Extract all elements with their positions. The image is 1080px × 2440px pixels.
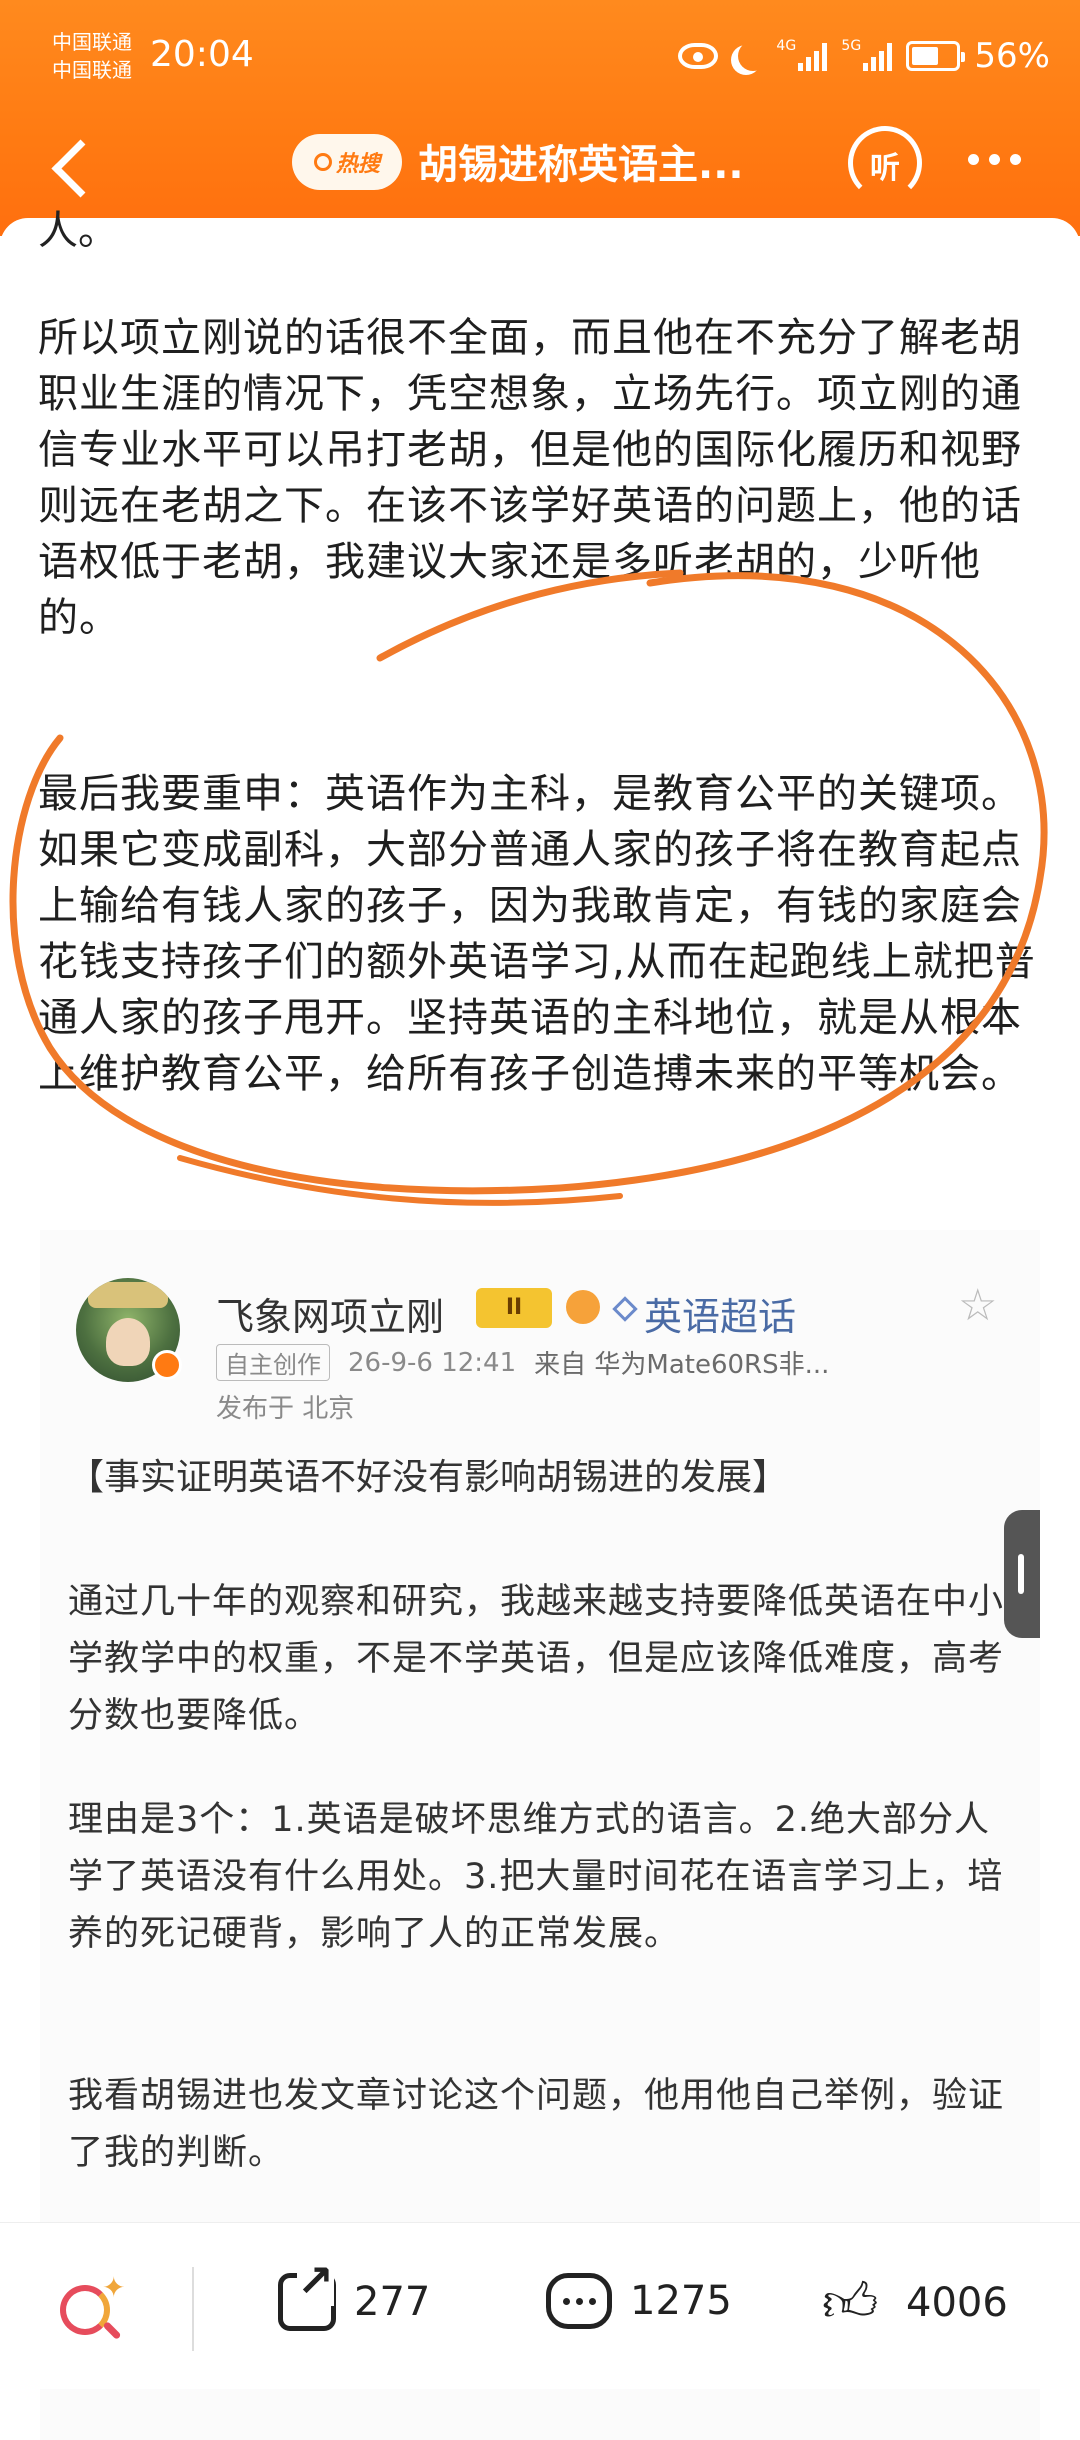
quoted-username[interactable]: 飞象网项立刚 [216, 1286, 444, 1341]
super-topic-link[interactable]: 英语超话 [644, 1286, 796, 1341]
divider [192, 2267, 194, 2351]
thumbs-up-icon: 👍︎ [822, 2271, 879, 2334]
status-icons: 4G 5G 56% [678, 36, 1050, 76]
status-bar: 中国联通 中国联通 20:04 4G 5G 56% [0, 0, 1080, 110]
member-level-label: II [505, 1295, 523, 1320]
diamond-icon [612, 1296, 638, 1322]
quoted-paragraph-3: 我看胡锡进也发文章讨论这个问题，他用他自己举例，验证了我的判断。 [68, 2076, 1005, 2173]
more-options-icon[interactable] [968, 154, 1021, 165]
headphone-icon: 听 [870, 151, 900, 186]
quoted-title: 【事实证明英语不好没有影响胡锡进的发展】 [68, 1457, 789, 1498]
share-count: 277 [354, 2279, 431, 2325]
share-icon [278, 2258, 336, 2331]
article-paragraph-2: 最后我要重申：英语作为主科，是教育公平的关键项。如果它变成副科，大部分普通人家的… [38, 771, 1036, 1097]
post-datetime: 26-9-6 12:41 [348, 1347, 517, 1378]
cutoff-text: 人。 [38, 208, 118, 254]
post-source: 来自 华为Mate60RS非... [534, 1350, 830, 1380]
article-paragraph-1: 所以项立刚说的话很不全面，而且他在不充分了解老胡职业生涯的情况下，凭空想象，立场… [38, 315, 1022, 641]
quoted-paragraph-1: 通过几十年的观察和研究，我越来越支持要降低英语在中小学教学中的权重，不是不学英语… [68, 1582, 1005, 1736]
listen-button[interactable]: 听 [848, 126, 922, 200]
comment-button[interactable]: 1275 [546, 2273, 732, 2329]
signal-icon-4g: 4G [776, 38, 828, 71]
like-button[interactable]: 👍︎ 4006 [822, 2273, 1008, 2333]
nav-bar: 热搜 胡锡进称英语主... 听 [0, 110, 1080, 230]
battery-icon [906, 41, 966, 71]
comment-count: 1275 [630, 2278, 732, 2324]
carrier-2: 中国联通 [52, 58, 132, 82]
clock: 20:04 [150, 34, 254, 75]
share-button[interactable]: 277 [278, 2258, 431, 2331]
star-icon[interactable]: ☆ [958, 1280, 997, 1331]
battery-percent: 56% [974, 36, 1050, 76]
post-meta: 自主创作 26-9-6 12:41 来自 华为Mate60RS非... [216, 1344, 829, 1381]
comment-icon [546, 2273, 612, 2329]
hot-search-label: 热搜 [335, 152, 380, 177]
signal-4g-label: 4G [776, 38, 797, 54]
eye-comfort-icon [678, 43, 719, 69]
post-location: 发布于 北京 [216, 1394, 355, 1424]
member-crown-icon: II [476, 1288, 552, 1328]
level-badge-icon [566, 1290, 600, 1324]
signal-5g-label: 5G [841, 38, 862, 54]
do-not-disturb-moon-icon [738, 41, 768, 71]
original-tag: 自主创作 [216, 1344, 330, 1381]
ai-search-icon[interactable]: ✦ [56, 2271, 126, 2349]
quoted-paragraph-2: 理由是3个：1.英语是破坏思维方式的语言。2.绝大部分人学了英语没有什么用处。3… [68, 1800, 1004, 1954]
hot-search-badge[interactable]: 热搜 [292, 134, 402, 190]
back-arrow-icon[interactable] [42, 132, 102, 202]
carrier-info: 中国联通 中国联通 [52, 28, 132, 84]
verified-badge-icon [152, 1350, 182, 1380]
article-content: 人。 所以项立刚说的话很不全面，而且他在不充分了解老胡职业生涯的情况下，凭空想象… [0, 208, 1080, 2440]
carrier-1: 中国联通 [52, 30, 132, 54]
header: 中国联通 中国联通 20:04 4G 5G 56% 热搜 胡锡进称英语主... [0, 0, 1080, 236]
search-icon [313, 153, 332, 171]
like-count: 4006 [906, 2280, 1008, 2326]
bottom-action-bar: ✦ 277 1275 👍︎ 4006 [0, 2222, 1080, 2389]
signal-icon-5g: 5G [841, 38, 893, 71]
page-title[interactable]: 胡锡进称英语主... [418, 132, 744, 190]
